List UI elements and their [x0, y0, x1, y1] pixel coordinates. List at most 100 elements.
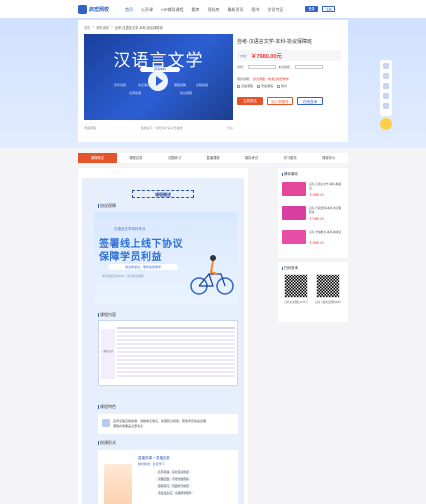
region-label: 考试地区： [278, 65, 294, 69]
feature-box: 名师全程直播授课，讲解重点难点，梳理知识框架，帮助学员快速掌握 课程内容覆盖全部… [98, 414, 238, 434]
video-tag: 协议保障 [180, 91, 193, 95]
course-table-image: 课程安排 [98, 320, 238, 386]
tab-catalog[interactable]: 课程目录 [117, 153, 156, 163]
tab-practice[interactable]: 试题练习 [155, 153, 194, 163]
breadcrumb-home[interactable]: 首页 [84, 25, 90, 30]
qr-icon[interactable] [383, 83, 389, 89]
tab-reviews[interactable]: 课程评价 [309, 153, 348, 163]
table-row [117, 339, 235, 342]
mode-item: 题库练习，巩固学习效果 [156, 484, 191, 488]
play-icon[interactable] [148, 71, 168, 91]
province-select[interactable] [248, 65, 277, 69]
video-hint: 温馨提示：免费试听请点击播放 [140, 126, 183, 130]
recommend-item-price: ￥3980.00 [309, 193, 324, 197]
top-icon[interactable] [383, 93, 389, 99]
region-select[interactable] [295, 65, 324, 69]
main-nav: 首页 公开课 VIP辅导课程 题库 资料库 最新资讯 图书 学员专区 [125, 7, 283, 13]
tab-mock-exam[interactable]: 模拟考试 [232, 153, 271, 163]
recommend-thumbnail [282, 182, 306, 196]
tab-overview[interactable]: 课程概述 [78, 153, 117, 163]
register-button[interactable]: 注册 [322, 6, 335, 12]
recommend-item-title: 自考-行政管理-本科-协议保障班 [309, 207, 342, 214]
table-row [117, 343, 235, 346]
section-heading-content: 课程内容 [100, 312, 116, 317]
nav-item-questions[interactable]: 题库 [191, 7, 199, 13]
teaching-mode-image: 直播授课 + 录播回放 随时随地 · 反复学习 名师直播，实时互动答疑 录播回放… [98, 450, 238, 504]
nav-item-open-class[interactable]: 公开课 [141, 7, 153, 13]
promo-footnote: 学员满意度达99%，官方协议保障 [102, 274, 144, 278]
table-row [117, 351, 235, 354]
recommend-item[interactable]: 自考-行政管理-本科-协议保障班 ￥7980.00 [282, 206, 344, 224]
phone-icon[interactable] [383, 63, 389, 69]
nav-item-books[interactable]: 图书 [251, 7, 259, 13]
promo-line2: 保障学员利益 [99, 252, 162, 263]
feature-icon [102, 419, 110, 427]
video-player[interactable]: 汉语言文学 自考本科 历年真题 考点串讲 课程讲解 全程答疑 名师授课 协议保障 [84, 34, 233, 120]
checkbox-textbook[interactable]: 教材 [277, 84, 287, 88]
promo-pill: 考试未通过，明年免费重学 [108, 264, 178, 270]
product-info: 自考-汉语言文学-本科-协议保障班 价格： ￥7980.00元 省份： 考试地区… [237, 38, 341, 105]
recommend-title: 猜你喜欢 [284, 172, 298, 176]
price-box: 价格： ￥7980.00元 [237, 50, 341, 61]
nav-item-news[interactable]: 最新资讯 [227, 7, 243, 13]
action-buttons: 立即报名 加入购物车 在线咨询 [237, 97, 341, 105]
price-value: ￥7980.00元 [251, 53, 282, 60]
section-heading-mode: 授课形式 [100, 440, 116, 445]
nav-item-home[interactable]: 首页 [125, 7, 133, 13]
tab-live[interactable]: 直播课程 [194, 153, 233, 163]
header: 启宏网校 首页 公开课 VIP辅导课程 题库 资料库 最新资讯 图书 学员专区 … [0, 0, 426, 18]
table-row [117, 359, 235, 362]
feature-text-2: 课程内容覆盖全部考点 [113, 424, 144, 428]
detail-tabs: 课程概述 课程目录 试题练习 直播课程 模拟考试 学习服务 课程评价 [78, 153, 348, 163]
recommend-thumbnail [282, 230, 306, 244]
recommend-item[interactable]: 自考-学前教育-本科-精讲班 ￥3980.00 [282, 230, 344, 248]
recommend-item-price: ￥7980.00 [309, 217, 324, 221]
consult-button[interactable]: 在线咨询 [297, 97, 323, 105]
teacher-illustration [104, 464, 132, 504]
nav-item-student[interactable]: 学员专区 [267, 7, 283, 13]
mode-headline: 直播授课 + 录播回放 [138, 456, 170, 460]
add-cart-button[interactable]: 加入购物车 [267, 97, 293, 105]
nav-item-vip[interactable]: VIP辅导课程 [161, 7, 183, 13]
product-title: 自考-汉语言文学-本科-协议保障班 [237, 39, 312, 45]
service-icon[interactable] [383, 103, 389, 109]
qr-caption: 扫码下载启宏网校APP [315, 301, 341, 304]
recommend-thumbnail [282, 206, 306, 220]
table-row [117, 363, 235, 366]
promo-top: 汉语言文学本科专业 [114, 227, 146, 231]
section-heading-guarantee: 协议保障 [100, 203, 116, 208]
nav-item-materials[interactable]: 资料库 [207, 7, 219, 13]
bicycle-illustration [190, 255, 234, 295]
video-tag: 考点串讲 [138, 83, 151, 87]
price-label: 价格： [240, 53, 250, 58]
overview-banner: 课程概述 [132, 190, 194, 198]
collect-button[interactable]: 收藏课程 [84, 126, 96, 130]
mode-item: 录播回放，不限次数观看 [156, 477, 191, 481]
login-button[interactable]: 登录 [305, 6, 318, 12]
logo-text: 启宏网校 [89, 7, 110, 13]
breadcrumb-current: 自考-汉语言文学-本科-协议保障班 [114, 26, 163, 30]
floating-toolbar [380, 60, 392, 116]
video-footer: 收藏课程 温馨提示：免费试听请点击播放 分享 [84, 126, 233, 130]
chat-icon[interactable] [383, 73, 389, 79]
recommend-item-price: ￥3980.00 [309, 241, 324, 245]
table-row [117, 367, 235, 370]
recommend-item[interactable]: 自考-汉语言文学-本科-精讲班 ￥3980.00 [282, 182, 344, 200]
breadcrumb-courses[interactable]: 辅导课程 [96, 25, 109, 30]
table-row [117, 371, 235, 374]
service-label: 服务说明： [237, 77, 253, 81]
mode-item: 专属班主任，全程督学服务 [156, 491, 194, 495]
checkbox-recorded[interactable]: 录播课程 [257, 84, 273, 88]
logo[interactable]: 启宏网校 [78, 5, 109, 14]
buy-button[interactable]: 立即报名 [237, 97, 263, 105]
province-label: 省份： [237, 65, 247, 69]
service-note: 服务说明： 协议保障，未通过免费重学 [237, 77, 341, 81]
checkbox-live[interactable]: 直播课程 [237, 84, 253, 88]
recommend-panel: 猜你喜欢 自考-汉语言文学-本科-精讲班 ￥3980.00 自考-行政管理-本科… [278, 168, 348, 258]
share-button[interactable]: 分享 [227, 126, 233, 130]
mode-subline: 随时随地 · 反复学习 [138, 462, 165, 466]
mascot-icon[interactable] [380, 118, 392, 130]
table-row [117, 331, 235, 334]
table-row [117, 347, 235, 350]
tab-service[interactable]: 学习服务 [271, 153, 310, 163]
